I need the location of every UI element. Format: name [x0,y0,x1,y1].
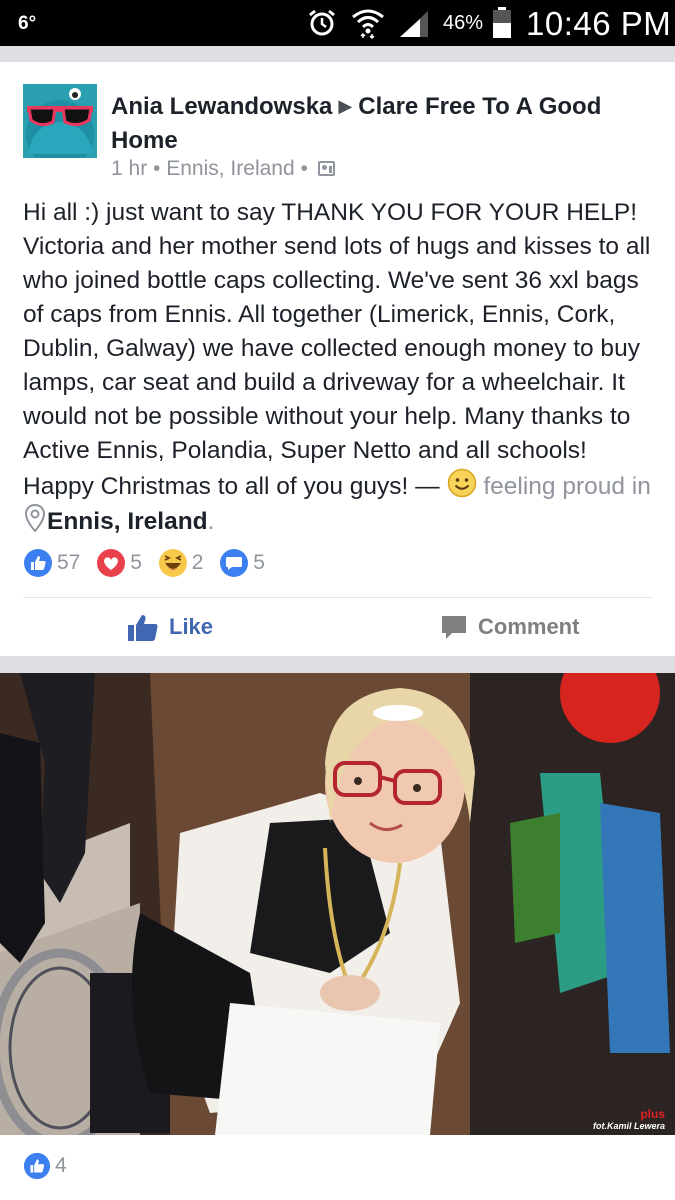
clock-time: 10:46 PM [526,5,672,42]
avatar[interactable] [23,84,97,158]
post-location[interactable]: Ennis, Ireland [166,157,294,180]
haha-reaction: 2 [158,548,214,578]
alarm-icon [309,9,335,36]
love-reaction: 5 [96,548,152,578]
photo-image [0,673,675,1135]
audience-members-icon [317,161,335,176]
like-reaction: 57 [23,548,90,578]
photo-reaction-summary[interactable]: 4 [23,1152,67,1180]
love-reaction-icon [97,549,126,577]
thumbs-up-icon [128,615,158,642]
love-count: 5 [130,551,142,574]
photo-watermark: plus fot.Kamil Lewera [593,1107,665,1131]
post-photo[interactable]: plus fot.Kamil Lewera [0,673,675,1135]
feeling-dash: — [408,473,447,500]
watermark-brand: plus [640,1107,665,1121]
avatar-image [23,84,97,158]
post-text: Hi all :) just want to say THANK YOU FOR… [23,196,663,539]
place-suffix: . [207,508,215,535]
battery-percent: 46% [443,12,484,34]
post-header: Ania Lewandowska ▶ Clare Free To A Good Ho… [111,89,661,158]
location-pin-icon [25,504,45,532]
feed-post: Ania Lewandowska ▶ Clare Free To A Good Ho… [0,62,675,656]
like-reaction-icon [23,1152,51,1180]
like-reaction-icon [24,549,52,577]
like-count: 57 [57,551,81,574]
watermark-credit: fot.Kamil Lewera [592,1121,665,1131]
meta-separator: • [153,157,161,180]
reaction-summary[interactable]: 57 5 2 5 [23,548,275,580]
battery-icon [493,7,511,38]
feed-separator [0,46,675,62]
comment-bubble-icon [220,549,249,577]
photo-like-count: 4 [55,1154,67,1177]
comment-button[interactable]: Comment [440,610,579,644]
divider [23,597,653,598]
post-meta: 1 hr • Ennis, Ireland • [111,157,335,181]
like-button[interactable]: Like [127,610,213,644]
author-name[interactable]: Ania Lewandowska [111,93,332,120]
comment-button-label: Comment [478,614,580,639]
comment-count: 5 [253,551,265,574]
comment-summary: 5 [219,548,275,578]
arrow-right-icon: ▶ [338,96,353,116]
weather-temperature: 6° [18,13,37,34]
laughing-face-icon [158,549,187,577]
checkin-place[interactable]: Ennis, Ireland [47,508,208,535]
feed-separator [0,656,675,673]
haha-count: 2 [191,551,204,574]
like-button-label: Like [169,614,214,639]
comment-icon [442,616,466,640]
feeling-text: feeling proud in [483,473,651,500]
post-time[interactable]: 1 hr [111,157,147,180]
meta-separator: • [300,157,308,180]
wifi-icon [352,9,384,39]
status-bar: 6° 46% 10:46 PM [0,0,675,46]
signal-icon [400,11,428,37]
post-message: Hi all :) just want to say THANK YOU FOR… [23,199,651,500]
smiley-face-icon [447,468,476,498]
